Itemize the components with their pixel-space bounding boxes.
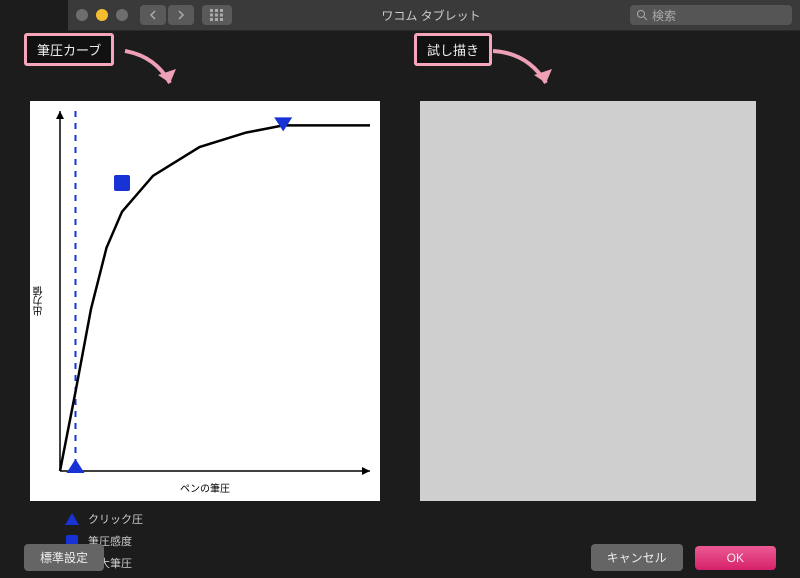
pressure-curve-panel: 筆圧カーブ 出力値 ペンの筆圧 クリック圧 xyxy=(30,61,380,577)
chart-x-axis-label: ペンの筆圧 xyxy=(180,480,230,495)
pressure-curve-chart[interactable]: 出力値 ペンの筆圧 xyxy=(30,101,380,501)
nav-forward-button[interactable] xyxy=(168,5,194,25)
try-draw-panel: 試し描き xyxy=(420,61,756,577)
search-icon xyxy=(636,9,648,21)
titlebar: ワコム タブレット 検索 xyxy=(68,0,800,31)
minimize-window-button[interactable] xyxy=(96,9,108,21)
annotation-arrow-icon xyxy=(488,41,568,101)
search-placeholder: 検索 xyxy=(652,7,676,24)
try-draw-canvas[interactable] xyxy=(420,101,756,501)
ok-button[interactable]: OK xyxy=(695,546,776,570)
triangle-up-icon xyxy=(64,512,80,526)
close-window-button[interactable] xyxy=(76,9,88,21)
defaults-button[interactable]: 標準設定 xyxy=(24,544,104,571)
nav-back-forward xyxy=(140,5,194,25)
window-title: ワコム タブレット xyxy=(232,7,630,24)
try-draw-badge: 試し描き xyxy=(414,33,492,66)
nav-back-button[interactable] xyxy=(140,5,166,25)
maximize-window-button[interactable] xyxy=(116,9,128,21)
cancel-button[interactable]: キャンセル xyxy=(591,544,683,571)
footer: 標準設定 キャンセル OK xyxy=(0,544,800,571)
legend-item-click: クリック圧 xyxy=(64,511,380,527)
chart-y-axis-label: 出力値 xyxy=(32,286,47,316)
window-traffic-lights xyxy=(76,9,128,21)
search-field[interactable]: 検索 xyxy=(630,5,792,25)
annotation-arrow-icon xyxy=(120,41,190,101)
pressure-curve-badge: 筆圧カーブ xyxy=(24,33,114,66)
grid-view-button[interactable] xyxy=(202,5,232,25)
